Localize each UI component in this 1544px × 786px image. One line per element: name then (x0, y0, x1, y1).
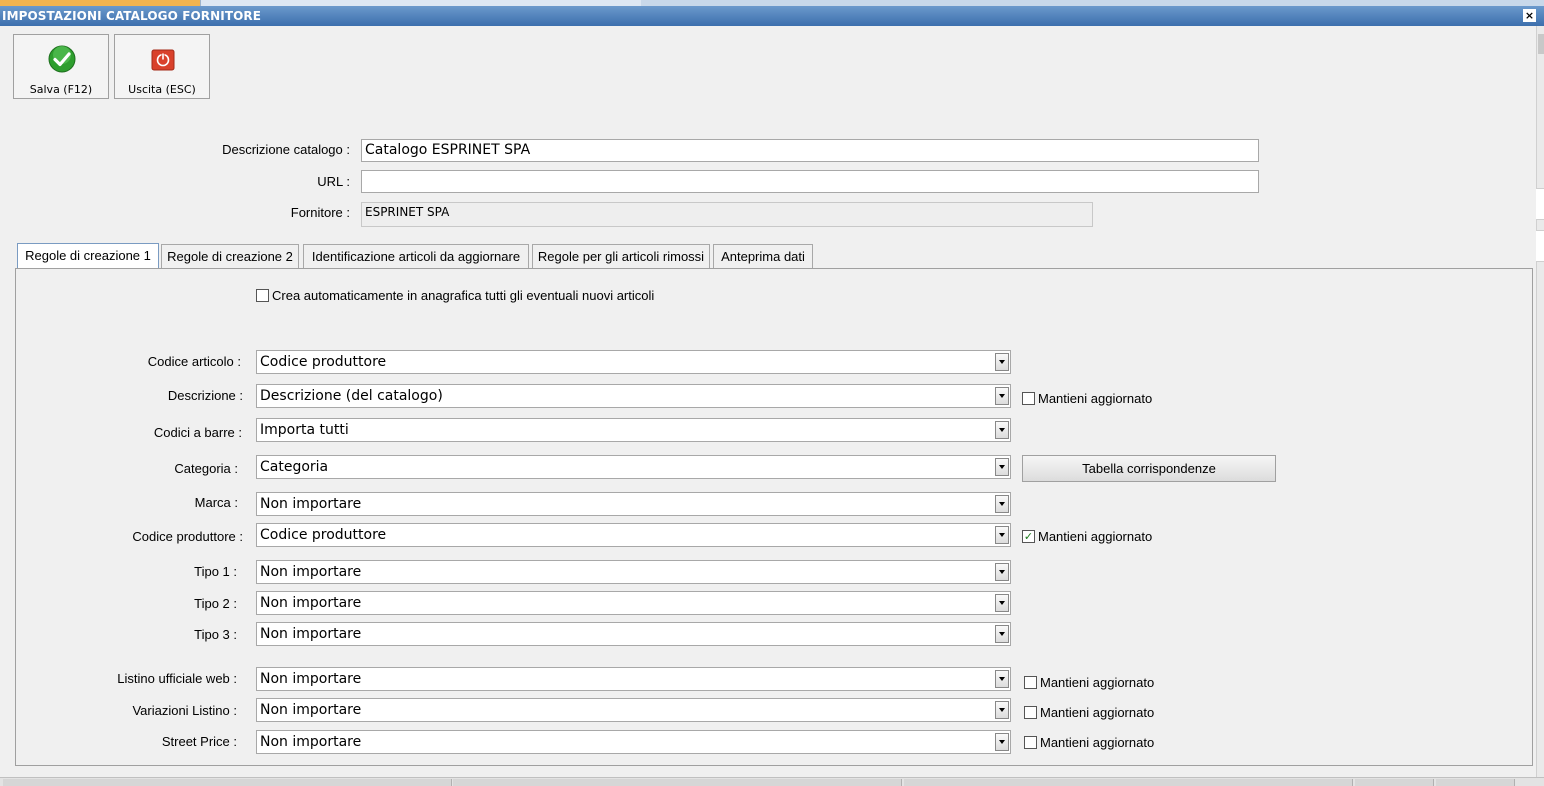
tab-identificazione-articoli[interactable]: Identificazione articoli da aggiornare (303, 244, 529, 268)
power-exit-icon (151, 49, 175, 74)
listino-ufficiale-select[interactable]: Non importare (256, 667, 1011, 691)
tipo1-label: Tipo 1 : (194, 564, 237, 579)
tipo1-value: Non importare (260, 564, 362, 580)
tab-regole-creazione-2[interactable]: Regole di creazione 2 (161, 244, 299, 268)
chevron-down-icon[interactable] (995, 625, 1009, 643)
codice-articolo-select[interactable]: Codice produttore (256, 350, 1011, 374)
tipo3-label: Tipo 3 : (194, 627, 237, 642)
descrizione-select[interactable]: Descrizione (del catalogo) (256, 384, 1011, 408)
street-price-keep-label: Mantieni aggiornato (1040, 735, 1155, 750)
fornitore-field: ESPRINET SPA (361, 202, 1093, 227)
codici-barre-value: Importa tutti (260, 422, 349, 438)
descrizione-catalogo-label: Descrizione catalogo : (222, 142, 350, 157)
listino-ufficiale-value: Non importare (260, 671, 362, 687)
marca-select[interactable]: Non importare (256, 492, 1011, 516)
chevron-down-icon[interactable] (995, 353, 1009, 371)
categoria-select[interactable]: Categoria (256, 455, 1011, 479)
window-title: IMPOSTAZIONI CATALOGO FORNITORE (2, 9, 262, 23)
chevron-down-icon[interactable] (995, 495, 1009, 513)
variazioni-listino-value: Non importare (260, 702, 362, 718)
window-title-bar: IMPOSTAZIONI CATALOGO FORNITORE × (0, 6, 1544, 26)
categoria-value: Categoria (260, 459, 329, 475)
tipo3-select[interactable]: Non importare (256, 622, 1011, 646)
auto-create-label: Crea automaticamente in anagrafica tutti… (272, 288, 655, 303)
codice-produttore-label: Codice produttore : (132, 529, 243, 544)
chevron-down-icon[interactable] (995, 701, 1009, 719)
exit-button[interactable]: Uscita (ESC) (114, 34, 210, 99)
tipo1-select[interactable]: Non importare (256, 560, 1011, 584)
codici-barre-label: Codici a barre : (153, 425, 242, 440)
descrizione-label: Descrizione : (167, 388, 243, 403)
side-panel-notch (1536, 230, 1544, 262)
chevron-down-icon[interactable] (995, 526, 1009, 544)
codici-barre-select[interactable]: Importa tutti (256, 418, 1011, 442)
save-button[interactable]: Salva (F12) (13, 34, 109, 99)
tab-anteprima-dati[interactable]: Anteprima dati (713, 244, 813, 268)
variazioni-listino-label: Variazioni Listino : (132, 703, 237, 718)
fornitore-label: Fornitore : (290, 205, 350, 220)
tab-regole-creazione-1[interactable]: Regole di creazione 1 (17, 243, 159, 269)
url-label: URL : (317, 174, 350, 189)
close-icon[interactable]: × (1523, 9, 1536, 22)
codice-produttore-keep-label: Mantieni aggiornato (1038, 529, 1153, 544)
street-price-value: Non importare (260, 734, 362, 750)
listino-ufficiale-label: Listino ufficiale web : (117, 671, 237, 686)
variazioni-listino-keep-label: Mantieni aggiornato (1040, 705, 1155, 720)
chevron-down-icon[interactable] (995, 670, 1009, 688)
tipo2-value: Non importare (260, 595, 362, 611)
green-check-icon (48, 45, 76, 76)
categoria-label: Categoria : (174, 461, 238, 476)
auto-create-checkbox[interactable] (256, 289, 269, 302)
save-button-label: Salva (F12) (29, 83, 93, 96)
vertical-scrollbar[interactable] (1536, 26, 1544, 785)
scrollbar-thumb[interactable] (1538, 34, 1544, 54)
side-panel-notch (1536, 188, 1544, 220)
street-price-label: Street Price : (161, 734, 237, 749)
marca-label: Marca : (194, 495, 238, 510)
exit-button-label: Uscita (ESC) (128, 83, 196, 96)
street-price-select[interactable]: Non importare (256, 730, 1011, 754)
chevron-down-icon[interactable] (995, 421, 1009, 439)
descrizione-catalogo-input[interactable]: Catalogo ESPRINET SPA (361, 139, 1259, 162)
descrizione-value: Descrizione (del catalogo) (260, 388, 443, 404)
codice-articolo-label: Codice articolo : (147, 354, 241, 369)
descrizione-keep-checkbox[interactable] (1022, 392, 1035, 405)
tipo2-label: Tipo 2 : (194, 596, 237, 611)
variazioni-listino-select[interactable]: Non importare (256, 698, 1011, 722)
listino-ufficiale-keep-label: Mantieni aggiornato (1040, 675, 1155, 690)
variazioni-listino-keep-checkbox[interactable] (1024, 706, 1037, 719)
codice-produttore-value: Codice produttore (260, 527, 387, 543)
tabella-corrispondenze-button[interactable]: Tabella corrispondenze (1022, 455, 1276, 482)
street-price-keep-checkbox[interactable] (1024, 736, 1037, 749)
chevron-down-icon[interactable] (995, 733, 1009, 751)
tipo2-select[interactable]: Non importare (256, 591, 1011, 615)
tab-regole-articoli-rimossi[interactable]: Regole per gli articoli rimossi (532, 244, 710, 268)
tab-panel (15, 268, 1533, 766)
tipo3-value: Non importare (260, 626, 362, 642)
url-input[interactable] (361, 170, 1259, 193)
codice-produttore-keep-checkbox[interactable]: ✓ (1022, 530, 1035, 543)
codice-articolo-value: Codice produttore (260, 354, 387, 370)
descrizione-keep-label: Mantieni aggiornato (1038, 391, 1153, 406)
chevron-down-icon[interactable] (995, 594, 1009, 612)
chevron-down-icon[interactable] (995, 458, 1009, 476)
marca-value: Non importare (260, 496, 362, 512)
listino-ufficiale-keep-checkbox[interactable] (1024, 676, 1037, 689)
chevron-down-icon[interactable] (995, 387, 1009, 405)
codice-produttore-select[interactable]: Codice produttore (256, 523, 1011, 547)
chevron-down-icon[interactable] (995, 563, 1009, 581)
